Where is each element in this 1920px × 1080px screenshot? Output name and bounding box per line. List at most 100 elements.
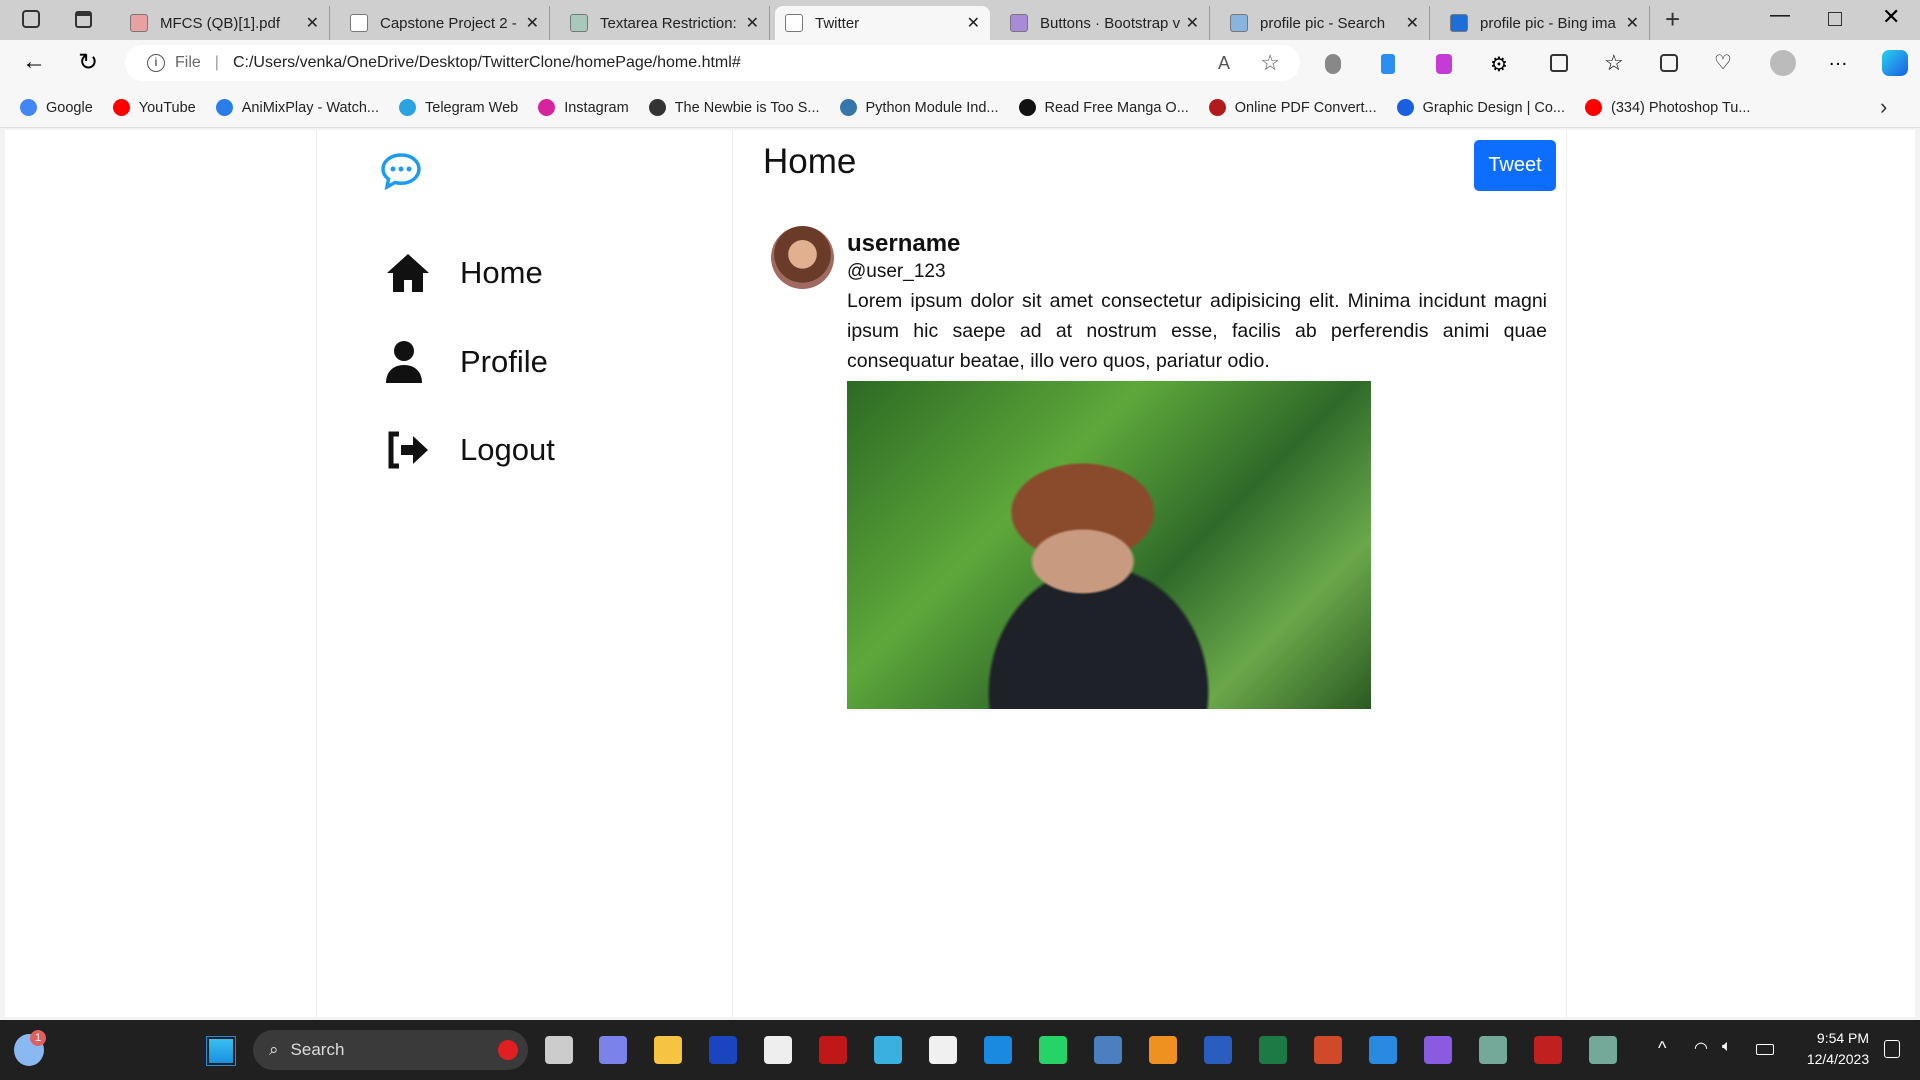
clipchamp-icon[interactable] [1424,1036,1452,1064]
bookmark-item[interactable]: The Newbie is Too S... [648,99,820,116]
user-icon [386,341,422,383]
minimize-button[interactable]: — [1770,4,1790,27]
close-tab-icon[interactable]: ✕ [1626,13,1639,33]
bookmark-item[interactable]: (334) Photoshop Tu... [1585,99,1750,116]
vscode-icon[interactable] [984,1036,1012,1064]
browser-essentials-icon[interactable]: ♡ [1714,50,1732,75]
address-bar[interactable]: i File | C:/Users/venka/OneDrive/Desktop… [125,45,1300,81]
close-tab-icon[interactable]: ✕ [746,13,759,33]
close-tab-icon[interactable]: ✕ [526,13,539,33]
wifi-icon[interactable]: ◠ [1694,1038,1708,1058]
bookmark-item[interactable]: Python Module Ind... [839,99,999,116]
bookmark-label: Read Free Manga O... [1044,99,1189,116]
mcafee-icon[interactable] [819,1036,847,1064]
paint-icon[interactable] [874,1036,902,1064]
whatsapp-icon[interactable] [1039,1036,1067,1064]
tab[interactable]: profile pic - Search ✕ [1220,6,1430,40]
file-explorer-icon[interactable] [654,1036,682,1064]
photos-icon[interactable] [1369,1036,1397,1064]
show-hidden-icons-chevron[interactable]: ^ [1658,1038,1666,1059]
bookmark-item[interactable]: Graphic Design | Co... [1396,99,1565,116]
clock-date[interactable]: 12/4/2023 [1798,1051,1878,1067]
close-tab-icon[interactable]: ✕ [1186,13,1199,33]
collections-icon[interactable] [1660,54,1678,72]
favorites-icon[interactable]: ☆ [1604,50,1624,76]
taskbar-search[interactable]: ⌕ Search [253,1030,528,1070]
tab[interactable]: Twitter ✕ [775,6,990,40]
extension-icon[interactable] [1381,54,1395,74]
post-username[interactable]: username [847,230,960,258]
tab[interactable]: profile pic - Bing ima ✕ [1440,6,1650,40]
url-text[interactable]: C:/Users/venka/OneDrive/Desktop/TwitterC… [233,54,741,72]
tab-title: Twitter [815,14,860,32]
vertical-tabs-icon[interactable] [75,11,92,28]
tweet-button[interactable]: Tweet [1474,140,1556,191]
powerpoint-icon[interactable] [1314,1036,1342,1064]
tab[interactable]: MFCS (QB)[1].pdf ✕ [120,6,330,40]
back-button[interactable]: ← [22,48,46,76]
word-icon[interactable] [1204,1036,1232,1064]
file-manager-icon[interactable] [545,1036,573,1064]
app-grid-icon[interactable] [1534,1036,1562,1064]
bookmark-label: Python Module Ind... [865,99,999,116]
chatgpt-icon[interactable] [1479,1036,1507,1064]
bookmark-item[interactable]: Read Free Manga O... [1018,99,1189,116]
refresh-button[interactable]: ↻ [78,48,98,77]
tab[interactable]: Buttons · Bootstrap v ✕ [1000,6,1210,40]
extensions-puzzle-icon[interactable]: ⚙ [1490,52,1508,77]
favorite-star-icon[interactable]: ☆ [1260,50,1280,76]
bookmark-label: Google [46,99,93,116]
weather-badge: 1 [30,1030,46,1046]
sublime-icon[interactable] [1149,1036,1177,1064]
close-tab-icon[interactable]: ✕ [306,13,319,33]
bookmark-item[interactable]: Google [20,99,93,116]
battery-icon[interactable] [1756,1044,1774,1055]
workspaces-icon[interactable] [22,10,40,28]
logo-chat-icon[interactable] [380,152,422,190]
volume-icon[interactable]: 🔈︎ [1722,1038,1732,1056]
nav-item-profile[interactable]: Profile [385,340,548,384]
store-icon[interactable] [764,1036,792,1064]
split-screen-icon[interactable] [1550,54,1568,72]
clock-time[interactable]: 9:54 PM [1808,1030,1878,1046]
bookmark-favicon-icon [538,99,556,116]
close-tab-icon[interactable]: ✕ [967,13,980,33]
extension-icon[interactable] [1436,54,1452,74]
profile-avatar[interactable] [1770,50,1796,76]
tab[interactable]: Textarea Restriction: I ✕ [560,6,770,40]
extension-bug-icon[interactable] [1325,54,1341,74]
bookmark-item[interactable]: AniMixPlay - Watch... [215,99,379,116]
excel-icon[interactable] [1259,1036,1287,1064]
info-icon[interactable]: i [147,54,165,72]
bookmark-item[interactable]: Telegram Web [399,99,518,116]
tab[interactable]: Capstone Project 2 - ✕ [340,6,550,40]
nav-item-logout[interactable]: Logout [385,430,555,470]
close-tab-icon[interactable]: ✕ [1406,13,1419,33]
read-aloud-icon[interactable]: A [1218,53,1230,74]
nav-item-home[interactable]: Home [385,252,543,294]
scheme-label: File [175,54,201,71]
search-highlight-icon [498,1040,518,1060]
avatar[interactable] [771,226,834,289]
new-tab-button[interactable]: + [1665,4,1680,35]
bookmark-item[interactable]: Online PDF Convert... [1208,99,1377,116]
bookmark-favicon-icon [1396,99,1414,116]
teams-icon[interactable] [599,1036,627,1064]
start-button[interactable] [206,1036,236,1066]
restore-button[interactable] [1828,12,1842,26]
bookmarks-more-chevron-icon[interactable]: › [1880,94,1887,120]
divider [1566,130,1567,1017]
chatgpt-icon[interactable] [1589,1036,1617,1064]
notepad-icon[interactable] [929,1036,957,1064]
page-title: Home [763,142,857,181]
close-window-button[interactable]: ✕ [1882,4,1900,30]
post-image[interactable] [847,381,1371,709]
notifications-icon[interactable] [1884,1040,1900,1058]
bookmark-item[interactable]: Instagram [538,99,629,116]
post-text: Lorem ipsum dolor sit amet consectetur a… [847,290,1547,372]
copilot-icon[interactable] [1882,50,1908,76]
bookmark-item[interactable]: YouTube [112,99,196,116]
settings-icon[interactable] [1094,1036,1122,1064]
app-l-icon[interactable] [709,1036,737,1064]
settings-more-icon[interactable]: … [1828,48,1848,71]
